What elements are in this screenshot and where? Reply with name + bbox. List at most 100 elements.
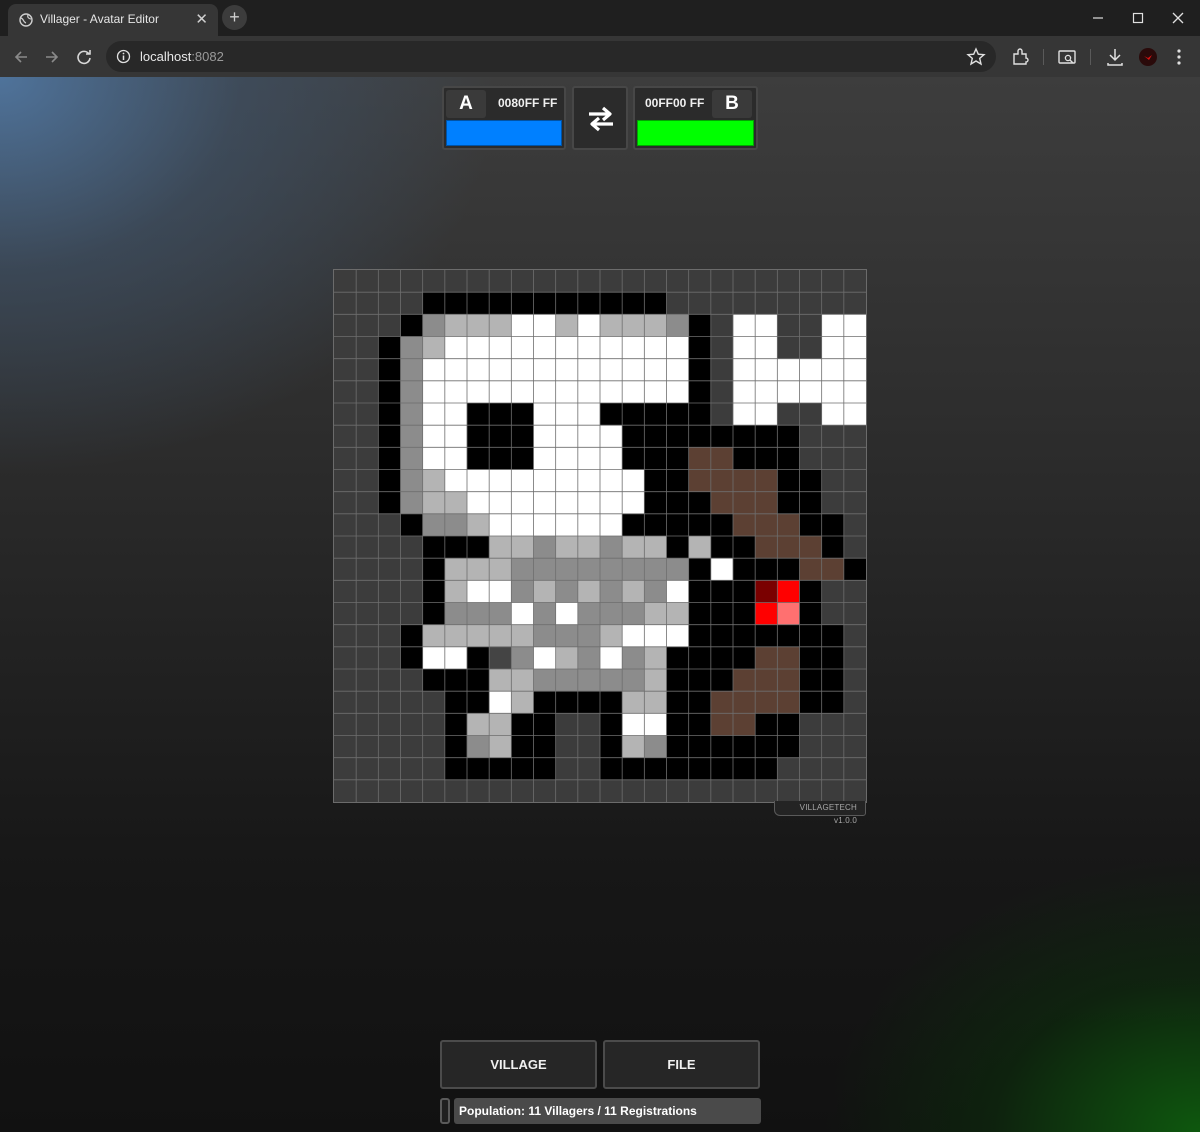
pixel-cell[interactable] [378,558,401,581]
pixel-cell[interactable] [843,580,866,603]
pixel-cell[interactable] [710,779,734,802]
pixel-cell[interactable] [666,513,689,537]
pixel-cell[interactable] [799,669,822,692]
pixel-cell[interactable] [489,314,512,337]
pixel-cell[interactable] [555,336,578,359]
pixel-cell[interactable] [733,270,756,293]
pixel-cell[interactable] [644,447,667,470]
pixel-cell[interactable] [378,779,401,802]
pixel-cell[interactable] [777,602,800,625]
pixel-cell[interactable] [444,624,468,647]
pixel-cell[interactable] [422,358,445,381]
color-slot-a[interactable]: A 0080FF FF [442,86,566,150]
pixel-cell[interactable] [334,669,357,692]
pixel-cell[interactable] [622,403,645,426]
pixel-cell[interactable] [444,779,468,802]
pixel-cell[interactable] [489,624,512,647]
pixel-cell[interactable] [467,314,490,337]
browser-tab[interactable]: Villager - Avatar Editor ✕ [8,4,218,36]
pixel-cell[interactable] [356,691,379,714]
pixel-cell[interactable] [489,669,512,692]
pixel-cell[interactable] [843,336,866,359]
pixel-cell[interactable] [622,314,645,337]
pixel-cell[interactable] [489,536,512,559]
pixel-cell[interactable] [821,536,844,559]
pixel-cell[interactable] [733,403,756,426]
pixel-cell[interactable] [378,469,401,492]
pixel-cell[interactable] [422,779,445,802]
village-button[interactable]: VILLAGE [440,1040,597,1089]
pixel-cell[interactable] [555,580,578,603]
pixel-cell[interactable] [422,602,445,625]
pixel-cell[interactable] [334,425,357,448]
pixel-cell[interactable] [356,292,379,315]
pixel-cell[interactable] [422,380,445,404]
pixel-cell[interactable] [400,558,423,581]
pixel-cell[interactable] [444,646,468,670]
pixel-cell[interactable] [444,735,468,758]
pixel-cell[interactable] [356,669,379,692]
pixel-cell[interactable] [422,558,445,581]
pixel-cell[interactable] [400,469,423,492]
pixel-cell[interactable] [622,580,645,603]
pixel-cell[interactable] [600,292,623,315]
pixel-cell[interactable] [622,380,645,404]
pixel-cell[interactable] [334,558,357,581]
pixel-cell[interactable] [799,713,822,736]
pixel-cell[interactable] [356,336,379,359]
pixel-cell[interactable] [600,713,623,736]
pixel-cell[interactable] [334,403,357,426]
pixel-cell[interactable] [422,536,445,559]
pixel-cell[interactable] [666,425,689,448]
pixel-cell[interactable] [577,558,601,581]
pixel-cell[interactable] [644,779,667,802]
more-menu-icon[interactable] [1168,46,1190,68]
pixel-cell[interactable] [334,270,357,293]
pixel-cell[interactable] [533,624,556,647]
pixel-cell[interactable] [821,403,844,426]
pixel-cell[interactable] [334,491,357,514]
pixel-cell[interactable] [666,735,689,758]
pixel-cell[interactable] [555,425,578,448]
pixel-cell[interactable] [555,669,578,692]
pixel-cell[interactable] [666,292,689,315]
pixel-cell[interactable] [577,580,601,603]
pixel-cell[interactable] [467,602,490,625]
pixel-cell[interactable] [622,513,645,537]
pixel-cell[interactable] [644,469,667,492]
pixel-cell[interactable] [688,469,711,492]
pixel-cell[interactable] [511,425,534,448]
pixel-cell[interactable] [733,580,756,603]
pixel-cell[interactable] [511,779,534,802]
pixel-cell[interactable] [821,380,844,404]
pixel-cell[interactable] [511,558,534,581]
pixel-cell[interactable] [356,779,379,802]
pixel-cell[interactable] [843,292,866,315]
pixel-cell[interactable] [688,292,711,315]
pixel-cell[interactable] [511,358,534,381]
pixel-cell[interactable] [600,558,623,581]
pixel-cell[interactable] [577,513,601,537]
pixel-cell[interactable] [821,447,844,470]
pixel-cell[interactable] [710,735,734,758]
pixel-cell[interactable] [467,403,490,426]
pixel-cell[interactable] [533,491,556,514]
pixel-cell[interactable] [843,513,866,537]
pixel-cell[interactable] [600,735,623,758]
pixel-cell[interactable] [400,624,423,647]
pixel-cell[interactable] [400,513,423,537]
pixel-cell[interactable] [777,358,800,381]
pixel-cell[interactable] [843,358,866,381]
pixel-cell[interactable] [600,380,623,404]
pixel-cell[interactable] [755,735,778,758]
pixel-cell[interactable] [688,513,711,537]
pixel-cell[interactable] [622,536,645,559]
pixel-cell[interactable] [400,669,423,692]
pixel-cell[interactable] [644,536,667,559]
pixel-cell[interactable] [777,491,800,514]
pixel-cell[interactable] [334,380,357,404]
pixel-cell[interactable] [422,425,445,448]
pixel-cell[interactable] [356,469,379,492]
pixel-cell[interactable] [555,757,578,780]
pixel-cell[interactable] [777,513,800,537]
